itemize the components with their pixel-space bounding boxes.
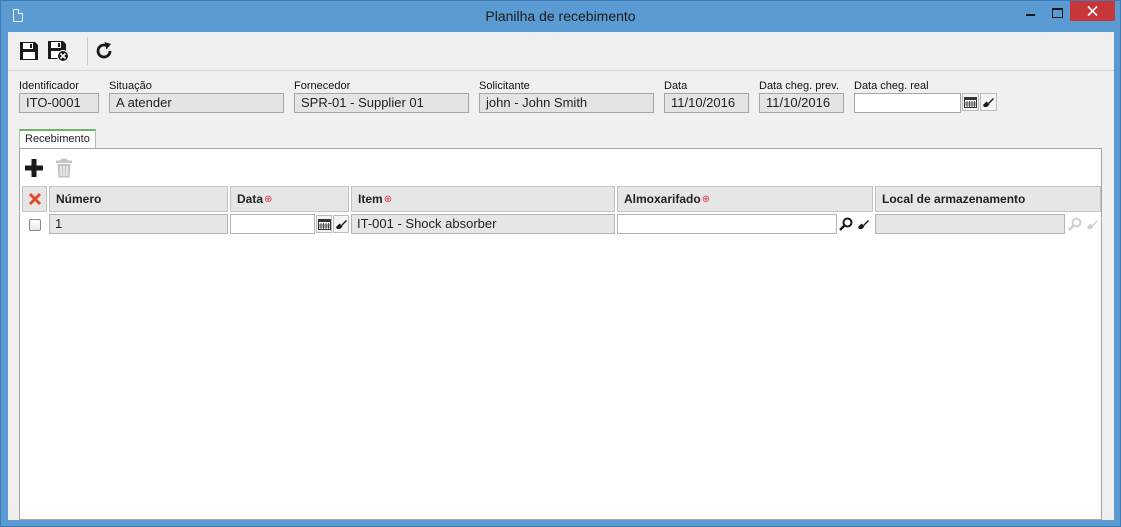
delete-row-button[interactable] <box>54 157 74 179</box>
column-header-almoxarifado[interactable]: Almoxarifado⊕ <box>617 186 873 212</box>
field-data: Data 11/10/2016 <box>664 80 749 113</box>
row-calendar-button[interactable] <box>316 215 332 233</box>
data-cheg-real-label: Data cheg. real <box>854 80 929 92</box>
item-cell[interactable]: IT-001 - Shock absorber <box>351 214 615 234</box>
numero-cell: 1 <box>49 214 228 234</box>
column-header-numero[interactable]: Número <box>49 186 228 212</box>
eraser-icon <box>983 97 994 107</box>
row-checkbox[interactable] <box>29 219 41 231</box>
add-icon <box>25 159 43 177</box>
identificador-input[interactable]: ITO-0001 <box>19 93 99 113</box>
search-icon <box>1068 217 1082 231</box>
almoxarifado-clear-button[interactable] <box>855 215 871 233</box>
title-bar[interactable]: Planilha de recebimento <box>1 1 1120 32</box>
row-clear-date-button[interactable] <box>333 215 349 233</box>
trash-icon <box>56 158 72 178</box>
field-solicitante: Solicitante john - John Smith <box>479 80 654 113</box>
fornecedor-input[interactable]: SPR-01 - Supplier 01 <box>294 93 469 113</box>
search-icon <box>839 217 853 231</box>
save-and-close-button[interactable] <box>45 38 71 64</box>
toolbar <box>8 32 1114 71</box>
field-identificador: Identificador ITO-0001 <box>19 80 99 113</box>
refresh-icon <box>96 42 112 59</box>
refresh-button[interactable] <box>91 38 117 64</box>
field-data-cheg-prev: Data cheg. prev. 11/10/2016 <box>759 80 844 113</box>
calendar-icon <box>964 97 977 108</box>
minimize-button[interactable] <box>1018 1 1043 22</box>
clear-selection-icon <box>28 192 42 206</box>
field-fornecedor: Fornecedor SPR-01 - Supplier 01 <box>294 80 469 113</box>
save-icon <box>20 42 38 60</box>
app-window: Planilha de recebimento Identificador IT… <box>0 0 1121 527</box>
field-situacao: Situação A atender <box>109 80 284 113</box>
column-label-local: Local de armazenamento <box>882 192 1026 206</box>
solicitante-input[interactable]: john - John Smith <box>479 93 654 113</box>
select-all-header[interactable] <box>22 186 47 212</box>
tab-recebimento[interactable]: Recebimento <box>19 129 96 148</box>
situacao-input[interactable]: A atender <box>109 93 284 113</box>
required-marker: ⊕ <box>701 194 711 205</box>
calendar-button[interactable] <box>962 93 979 111</box>
add-row-button[interactable] <box>24 157 44 179</box>
required-marker: ⊕ <box>383 194 393 205</box>
save-close-icon <box>48 41 69 62</box>
field-data-cheg-real: Data cheg. real <box>854 80 961 113</box>
tab-panel-recebimento: Número Data⊕ Item⊕ Almoxarifado⊕ Local d… <box>19 148 1102 520</box>
almoxarifado-search-button[interactable] <box>838 215 854 233</box>
local-clear-button <box>1084 215 1100 233</box>
data-input[interactable]: 11/10/2016 <box>664 93 749 113</box>
column-label-almoxarifado: Almoxarifado <box>624 192 701 206</box>
local-search-button <box>1067 215 1083 233</box>
window-title: Planilha de recebimento <box>485 8 636 24</box>
toolbar-separator <box>87 37 88 65</box>
column-label-item: Item <box>358 192 383 206</box>
eraser-icon <box>857 219 869 229</box>
header-fields: Identificador ITO-0001 Situação A atende… <box>8 72 1114 122</box>
eraser-icon <box>335 219 347 229</box>
data-cheg-real-input[interactable] <box>854 93 961 113</box>
solicitante-label: Solicitante <box>479 80 530 92</box>
fornecedor-label: Fornecedor <box>294 80 351 92</box>
calendar-icon <box>317 219 331 230</box>
data-label: Data <box>664 80 688 92</box>
column-label-data: Data <box>237 192 264 206</box>
column-header-item[interactable]: Item⊕ <box>351 186 615 212</box>
situacao-label: Situação <box>109 80 152 92</box>
required-marker: ⊕ <box>264 194 273 205</box>
identificador-label: Identificador <box>19 80 79 92</box>
close-icon <box>1087 6 1098 16</box>
local-cell <box>875 214 1065 234</box>
save-button[interactable] <box>16 38 42 64</box>
column-label-numero: Número <box>56 192 102 206</box>
almoxarifado-cell-input[interactable] <box>617 214 837 234</box>
maximize-button[interactable] <box>1043 1 1070 22</box>
data-cell-input[interactable] <box>230 214 315 234</box>
column-header-data[interactable]: Data⊕ <box>230 186 349 212</box>
eraser-icon <box>1086 219 1098 229</box>
close-button[interactable] <box>1070 1 1115 21</box>
clear-field-button[interactable] <box>980 93 997 111</box>
column-header-local[interactable]: Local de armazenamento <box>875 186 1101 212</box>
data-cheg-prev-input[interactable]: 11/10/2016 <box>759 93 844 113</box>
client-area: Identificador ITO-0001 Situação A atende… <box>8 32 1114 520</box>
data-cheg-prev-label: Data cheg. prev. <box>759 80 839 92</box>
